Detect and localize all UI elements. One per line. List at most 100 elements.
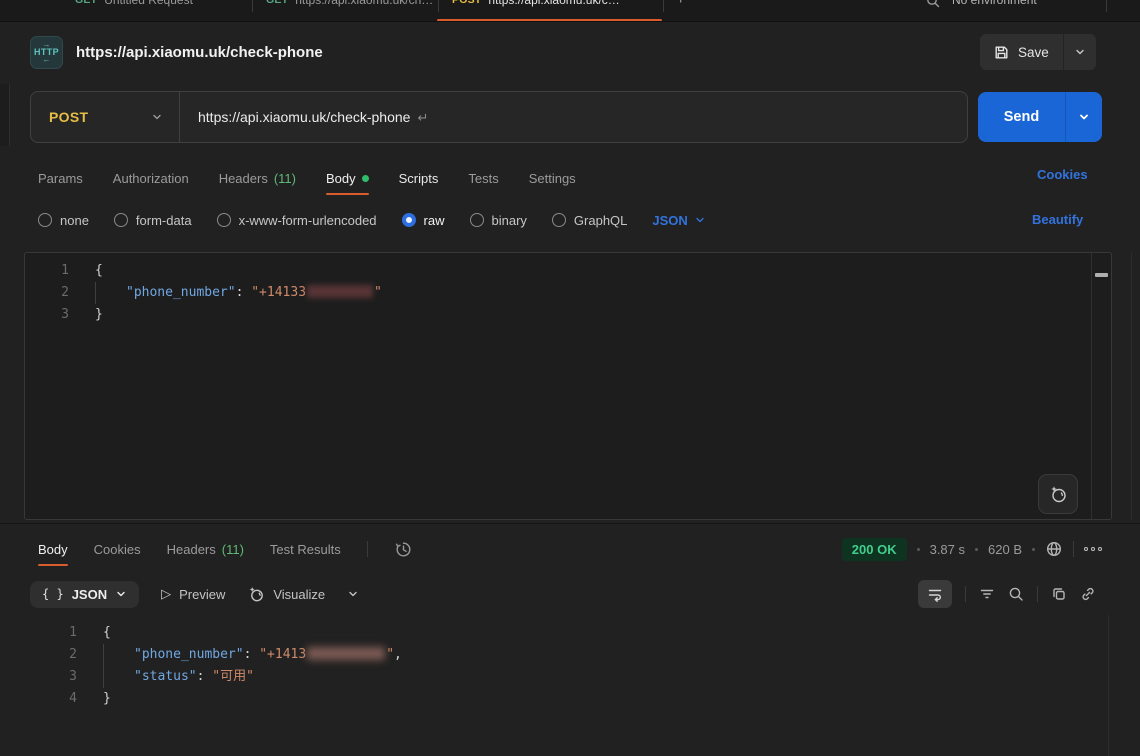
search-icon[interactable] [926,0,940,8]
radio-label: form-data [136,213,192,228]
tab-authorization[interactable]: Authorization [113,160,189,196]
radio-icon [38,213,52,227]
line-number: 1 [24,622,77,644]
request-body-editor[interactable]: 1 2 3 { "phone_number": "+14133" } [24,252,1112,520]
tab-method-badge: GET [266,0,288,6]
scrollbar-thumb[interactable] [1095,273,1108,277]
line-number: 4 [24,688,77,710]
response-tab-body[interactable]: Body [38,531,68,567]
json-value: "+14133 [251,285,306,300]
environment-selector[interactable]: No environment [952,0,1037,12]
method-selector[interactable]: POST [31,91,179,143]
response-body-viewer[interactable]: 1 2 3 4 { "phone_number": "+1413", "stat… [24,615,1112,756]
request-tab-1[interactable]: GET Untitled Request [75,0,193,12]
view-options-chevron[interactable] [347,588,359,600]
tab-label: Test Results [270,542,341,557]
line-number: 1 [25,260,69,282]
colon: : [236,285,252,300]
add-tab-button[interactable]: + [676,0,685,12]
return-glyph: ↵ [417,110,428,125]
chevron-down-icon [151,111,163,123]
radio-graphql[interactable]: GraphQL [552,213,627,228]
save-button-group: Save [980,34,1096,70]
tab-scripts[interactable]: Scripts [399,160,439,196]
link-icon[interactable] [1080,586,1096,602]
code-line: } [81,304,1085,326]
tab-label: Params [38,171,83,186]
radio-binary[interactable]: binary [470,213,527,228]
brace: } [95,307,103,322]
format-label: JSON [652,213,687,228]
radio-label: binary [492,213,527,228]
dot-separator [917,548,920,551]
response-time[interactable]: 3.87 s [930,542,965,557]
tab-body[interactable]: Body [326,160,369,196]
send-dropdown-button[interactable] [1066,111,1102,123]
json-value: " [386,647,394,662]
sidebar-edge [0,84,10,146]
radio-icon [114,213,128,227]
request-section-tabs: Params Authorization Headers(11) Body Sc… [38,160,576,196]
request-title: https://api.xiaomu.uk/check-phone [76,44,323,61]
radio-none[interactable]: none [38,213,89,228]
app-window: GET Untitled Request GET https://api.xia… [0,0,1140,756]
postbot-button[interactable] [1038,474,1078,514]
response-history-icon[interactable] [394,540,413,559]
tab-tests[interactable]: Tests [468,160,498,196]
response-size[interactable]: 620 B [988,542,1022,557]
save-button[interactable]: Save [980,34,1063,70]
colon: : [244,647,260,662]
code-content[interactable]: { "phone_number": "+14133" } [81,260,1085,326]
save-dropdown-button[interactable] [1064,34,1096,70]
tab-headers[interactable]: Headers(11) [219,160,296,196]
workspace-tab-bar: GET Untitled Request GET https://api.xia… [0,0,1140,22]
radio-raw[interactable]: raw [402,213,445,228]
visualize-button[interactable]: Visualize [247,585,325,603]
line-number: 2 [24,644,77,666]
beautify-link[interactable]: Beautify [1032,212,1083,227]
json-value: "+1413 [259,647,306,662]
preview-button[interactable]: ▷ Preview [161,586,225,602]
format-dropdown[interactable]: JSON [652,213,705,228]
url-value: https://api.xiaomu.uk/check-phone [198,109,410,125]
braces-icon: { } [42,587,64,601]
response-tab-test-results[interactable]: Test Results [270,531,341,567]
play-icon: ▷ [161,586,171,602]
cookies-link[interactable]: Cookies [1037,167,1088,182]
radio-icon [217,213,231,227]
tab-settings[interactable]: Settings [529,160,576,196]
response-format-dropdown[interactable]: { } JSON [30,581,139,608]
radio-x-www-form-urlencoded[interactable]: x-www-form-urlencoded [217,213,377,228]
tab-method-badge: POST [452,0,481,6]
radio-label: GraphQL [574,213,627,228]
request-tab-2[interactable]: GET https://api.xiaomu.uk/ch… [266,0,433,12]
radio-icon [552,213,566,227]
tab-separator [438,0,439,12]
response-actions [918,578,1096,610]
tab-params[interactable]: Params [38,160,83,196]
section-divider [0,523,1140,524]
json-value: " [374,285,382,300]
preview-label: Preview [179,587,225,602]
search-response-icon[interactable] [1008,586,1024,602]
more-options-icon[interactable] [1084,547,1102,551]
url-input[interactable]: https://api.xiaomu.uk/check-phone ↵ [180,109,428,126]
radio-label: x-www-form-urlencoded [239,213,377,228]
send-button[interactable]: Send [978,109,1065,125]
redacted-phone-number [307,647,385,660]
panel-edge-line [1131,252,1132,520]
response-tab-cookies[interactable]: Cookies [94,531,141,567]
line-number: 3 [24,666,77,688]
network-globe-icon[interactable] [1045,540,1063,558]
filter-icon[interactable] [979,586,995,602]
code-content[interactable]: { "phone_number": "+1413", "status": "可用… [89,622,1072,710]
radio-form-data[interactable]: form-data [114,213,192,228]
word-wrap-button[interactable] [918,580,952,608]
editor-scrollbar[interactable] [1091,253,1111,519]
copy-icon[interactable] [1051,586,1067,602]
status-badge[interactable]: 200 OK [842,538,907,561]
tab-method-badge: GET [75,0,97,6]
response-tab-headers[interactable]: Headers(11) [167,531,244,567]
method-label: POST [49,109,88,125]
request-tab-3-active[interactable]: POST https://api.xiaomu.uk/c… [452,0,620,12]
